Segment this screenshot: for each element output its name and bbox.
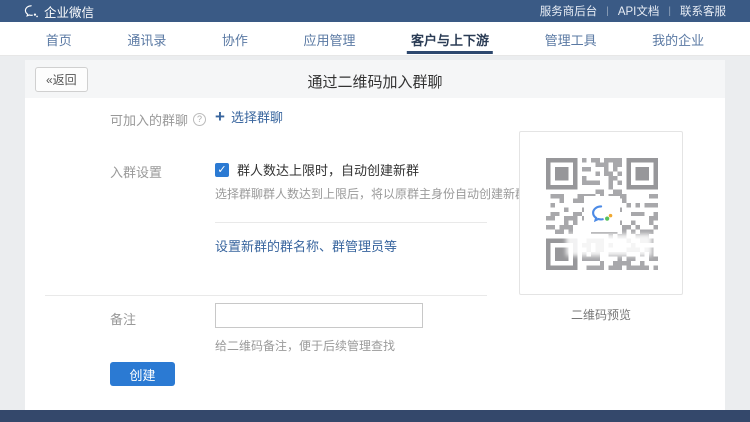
select-group-label: 选择群聊 xyxy=(231,107,283,126)
wework-logo-icon xyxy=(24,4,39,19)
joinable-group-label: 可加入的群聊 ? xyxy=(110,110,206,129)
divider: | xyxy=(606,6,609,17)
back-button[interactable]: «返回 xyxy=(35,67,88,92)
divider xyxy=(45,295,487,296)
auto-create-group-helper: 选择群聊群人数达到上限后，将以原群主身份自动创建新群 xyxy=(215,185,527,202)
joinable-group-label-text: 可加入的群聊 xyxy=(110,110,188,129)
create-button[interactable]: 创建 xyxy=(110,362,175,386)
remark-label: 备注 xyxy=(110,309,136,328)
divider xyxy=(215,222,487,223)
brand[interactable]: 企业微信 xyxy=(24,2,94,21)
footer-strip xyxy=(0,410,750,422)
auto-create-group-option[interactable]: ✓ 群人数达上限时，自动创建新群 xyxy=(215,160,419,179)
nav-home[interactable]: 首页 xyxy=(40,22,78,56)
remark-helper: 给二维码备注，便于后续管理查找 xyxy=(215,337,395,354)
nav-app-management[interactable]: 应用管理 xyxy=(297,22,361,56)
auto-create-group-option-label: 群人数达上限时，自动创建新群 xyxy=(237,160,419,179)
nav-collaboration[interactable]: 协作 xyxy=(216,22,254,56)
remark-input[interactable] xyxy=(215,303,423,328)
set-new-group-settings-link[interactable]: 设置新群的群名称、群管理员等 xyxy=(215,236,397,255)
join-settings-label-text: 入群设置 xyxy=(110,162,162,181)
brand-name: 企业微信 xyxy=(44,2,94,21)
divider: | xyxy=(668,6,671,17)
qr-preview-card xyxy=(519,131,683,295)
api-docs-link[interactable]: API文档 xyxy=(618,3,660,19)
checkbox-checked-icon[interactable]: ✓ xyxy=(215,163,229,177)
card-header: «返回 通过二维码加入群聊 xyxy=(25,60,725,98)
remark-label-text: 备注 xyxy=(110,309,136,328)
service-provider-link[interactable]: 服务商后台 xyxy=(540,3,598,19)
page-title: 通过二维码加入群聊 xyxy=(25,71,725,92)
content-card: «返回 通过二维码加入群聊 可加入的群聊 ? + 选择群聊 入群设置 ✓ 群人数… xyxy=(25,60,725,422)
nav-my-company[interactable]: 我的企业 xyxy=(646,22,710,56)
qr-code xyxy=(546,158,658,270)
topbar: 企业微信 服务商后台 | API文档 | 联系客服 xyxy=(0,0,750,22)
nav-customers-upstream-downstream[interactable]: 客户与上下游 xyxy=(405,22,495,56)
plus-icon: + xyxy=(215,109,225,125)
nav-contacts[interactable]: 通讯录 xyxy=(121,22,172,56)
qr-preview-caption: 二维码预览 xyxy=(519,306,683,323)
main-nav: 首页 通讯录 协作 应用管理 客户与上下游 管理工具 我的企业 xyxy=(0,22,750,56)
select-group-button[interactable]: + 选择群聊 xyxy=(215,107,283,126)
topbar-links: 服务商后台 | API文档 | 联系客服 xyxy=(540,3,726,19)
info-icon[interactable]: ? xyxy=(193,113,206,126)
nav-admin-tools[interactable]: 管理工具 xyxy=(539,22,603,56)
contact-support-link[interactable]: 联系客服 xyxy=(680,3,726,19)
join-settings-label: 入群设置 xyxy=(110,162,162,181)
